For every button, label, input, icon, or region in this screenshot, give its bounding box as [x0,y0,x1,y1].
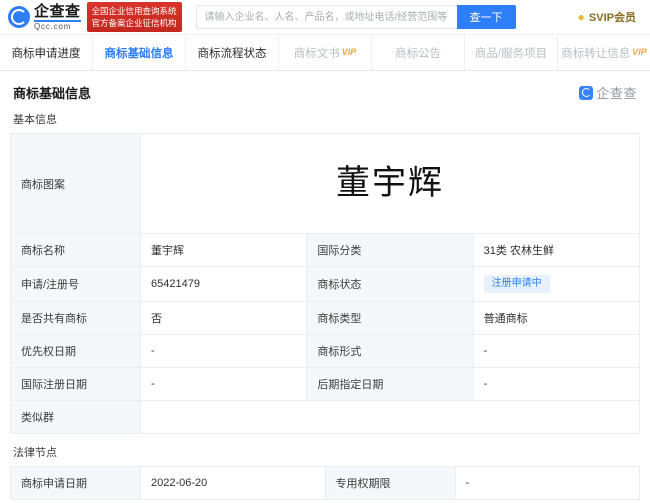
brand-text: 企查查 Qcc.com [34,4,81,31]
row-key-intl-reg-date: 国际注册日期 [11,368,141,401]
tab-label: 商标公告 [395,45,441,61]
tab-process-status[interactable]: 商标流程状态 [186,35,279,70]
vip-icon: VIP [632,48,647,57]
section-label-legal: 法律节点 [10,434,640,466]
row-value-application-date: 2022-06-20 [141,467,326,500]
tab-goods-services[interactable]: 商品/服务项目 [465,35,558,70]
page-title: 商标基础信息 [13,83,91,102]
row-value-classification: 31类 农林生鲜 [473,234,639,267]
status-badge: 注册申请中 [484,275,550,293]
tab-application-progress[interactable]: 商标申请进度 [0,35,93,70]
row-value-is-shared: 否 [141,302,307,335]
row-value-priority-date: - [141,335,307,368]
table-row: 申请/注册号 65421479 商标状态 注册申请中 [11,267,640,302]
row-value-status: 注册申请中 [473,267,639,302]
brand-name-en: Qcc.com [34,23,81,31]
tab-transfer-info[interactable]: 商标转让信息 VIP [558,35,650,70]
row-value-similar-group [141,401,640,434]
brand-name-cn: 企查查 [34,4,81,22]
row-value-intl-reg-date: - [141,368,307,401]
search-input[interactable] [196,5,457,29]
tab-announcement[interactable]: 商标公告 [372,35,465,70]
row-value-trademark-form: - [473,335,639,368]
tab-basic-info[interactable]: 商标基础信息 [93,35,186,70]
row-key-trademark-form: 商标形式 [307,335,473,368]
tab-label: 商品/服务项目 [475,45,547,61]
row-value-application-number: 65421479 [141,267,307,302]
row-key-application-number: 申请/注册号 [11,267,141,302]
table-row-similar-group: 类似群 [11,401,640,434]
crown-icon: ● [578,11,585,23]
trademark-artwork-text: 董宇辉 [151,167,629,201]
section-label-basic: 基本信息 [10,111,640,133]
vip-icon: VIP [342,48,357,57]
qcc-logo-icon [8,6,30,28]
row-key-similar-group: 类似群 [11,401,141,434]
row-key-trademark-type: 商标类型 [307,302,473,335]
row-key: 商标图案 [11,134,141,234]
tab-documents[interactable]: 商标文书 VIP [279,35,372,70]
row-key-subsequent-date: 后期指定日期 [307,368,473,401]
row-key-application-date: 商标申请日期 [11,467,141,500]
table-row: 商标名称 董宇辉 国际分类 31类 农林生鲜 [11,234,640,267]
row-value-exclusive-right-period: - [455,467,640,500]
search-bar: 查一下 [196,5,516,29]
row-key-trademark-name: 商标名称 [11,234,141,267]
tab-label: 商标基础信息 [105,45,174,61]
site-logo[interactable]: 企查查 Qcc.com [8,4,81,31]
cert-line-2: 官方备案企业征信机构 [92,17,177,29]
search-button[interactable]: 查一下 [457,5,516,29]
tab-label: 商标流程状态 [198,45,267,61]
svip-member-link[interactable]: ● SVIP会员 [578,9,642,25]
cert-line-1: 全国企业信用查询系统 [92,5,177,17]
tab-label: 商标文书 [294,45,340,61]
basic-info-table: 商标图案 董宇辉 商标名称 董宇辉 国际分类 31类 农林生鲜 申请/注册号 6… [10,133,640,434]
table-row: 优先权日期 - 商标形式 - [11,335,640,368]
row-key-classification: 国际分类 [307,234,473,267]
tab-label: 商标转让信息 [561,45,630,61]
table-row: 商标申请日期 2022-06-20 专用权期限 - [11,467,640,500]
top-header-bar: 企查查 Qcc.com 全国企业信用查询系统 官方备案企业征信机构 查一下 ● … [0,0,650,35]
trademark-artwork-cell: 董宇辉 [141,134,640,234]
watermark-logo: 企查查 [579,83,637,102]
watermark-text: 企查查 [596,83,637,102]
row-key-is-shared: 是否共有商标 [11,302,141,335]
row-key-exclusive-right-period: 专用权期限 [325,467,455,500]
tab-label: 商标申请进度 [12,45,81,61]
main-content: 商标基础信息 企查查 基本信息 商标图案 董宇辉 商标名称 董宇辉 国际分类 3… [0,71,650,500]
row-value-trademark-type: 普通商标 [473,302,639,335]
qcc-logo-icon [579,86,593,100]
legal-nodes-table: 商标申请日期 2022-06-20 专用权期限 - [10,466,640,500]
svip-label: SVIP会员 [589,9,636,25]
row-value-trademark-name: 董宇辉 [141,234,307,267]
panel-header: 商标基础信息 企查查 [10,71,640,111]
trademark-tab-bar: 商标申请进度 商标基础信息 商标流程状态 商标文书 VIP 商标公告 商品/服务… [0,35,650,71]
certification-badge: 全国企业信用查询系统 官方备案企业征信机构 [87,2,182,32]
row-value-subsequent-date: - [473,368,639,401]
table-row-trademark-image: 商标图案 董宇辉 [11,134,640,234]
row-key-priority-date: 优先权日期 [11,335,141,368]
table-row: 是否共有商标 否 商标类型 普通商标 [11,302,640,335]
row-key-status: 商标状态 [307,267,473,302]
table-row: 国际注册日期 - 后期指定日期 - [11,368,640,401]
